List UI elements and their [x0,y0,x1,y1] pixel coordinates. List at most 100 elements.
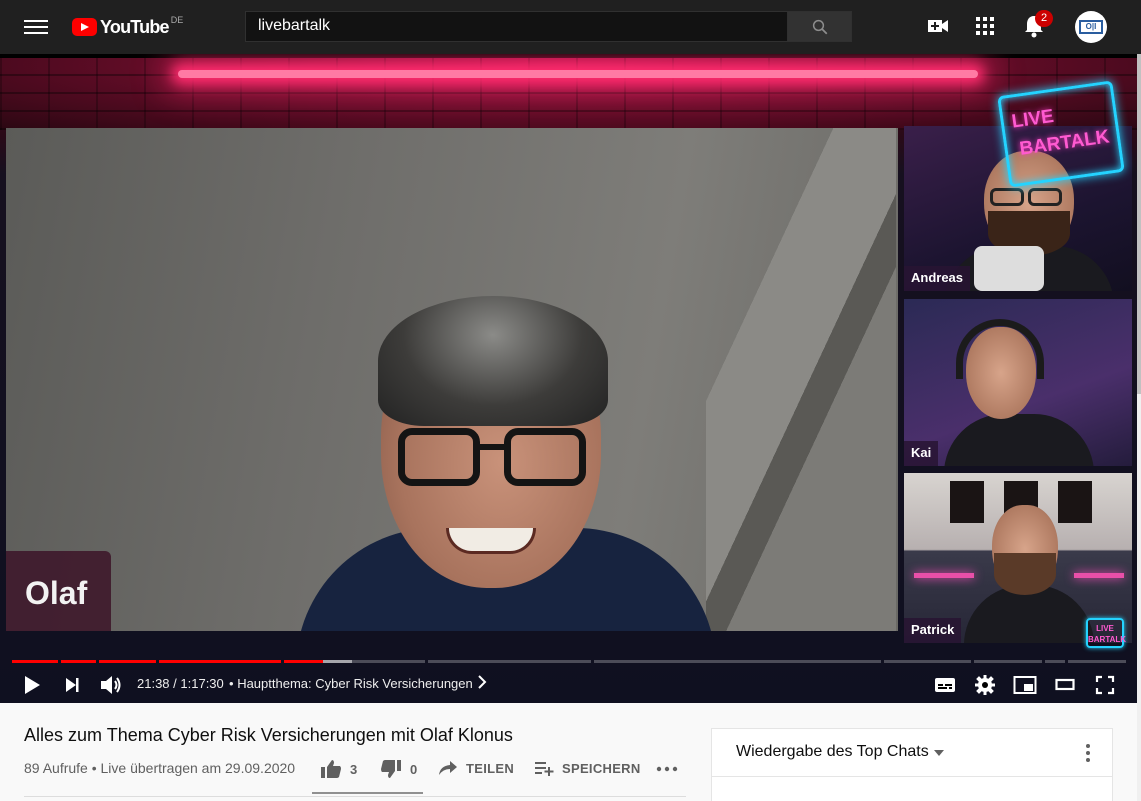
avatar-logo: O|I [1079,20,1103,34]
skip-next-icon [66,678,79,692]
volume-icon [101,676,121,694]
create-video-button[interactable] [926,14,950,43]
thumbs-down-icon [381,760,401,778]
thumbs-up-icon [321,760,341,778]
current-time: 21:38 [137,676,170,691]
search-icon [812,19,827,34]
page-scrollbar[interactable] [1137,54,1141,801]
theater-mode-button[interactable] [1052,672,1078,698]
scrollbar-thumb[interactable] [1137,54,1141,394]
masthead: YouTube DE livebartalk 2 O|I [0,0,1141,54]
hamburger-menu-icon[interactable] [24,17,48,37]
chapter-segment[interactable] [884,660,971,663]
dislike-count: 0 [410,761,418,777]
mini-sign-line-2: BARTALK [1088,635,1127,644]
youtube-play-logo-icon [72,18,97,36]
miniplayer-icon [1013,676,1037,694]
live-bartalk-neon-sign: LIVE BARTALK [997,80,1125,188]
logo-text: YouTube [100,16,170,37]
speaker-glasses [398,428,588,490]
share-arrow-icon [439,761,457,775]
subtitles-button[interactable] [932,672,958,698]
progress-bar[interactable] [12,660,1126,663]
chevron-right-icon[interactable] [476,674,488,695]
more-horizontal-icon [656,766,678,772]
chapter-segment[interactable] [99,660,156,663]
video-info-section: Alles zum Thema Cyber Risk Versicherunge… [0,703,1141,801]
playlist-add-icon [535,762,554,776]
chapter-segment[interactable] [974,660,1042,663]
fullscreen-button[interactable] [1092,672,1118,698]
player-controls: 21:38 / 1:17:30 • Hauptthema: Cyber Risk… [0,666,1141,703]
sign-line-1: LIVE [1010,105,1056,133]
save-label: SPEICHERN [562,760,641,776]
chapter-title: Hauptthema: Cyber Risk Versicherungen [237,676,473,691]
sentiment-bar [312,792,423,794]
chat-mode-selector[interactable]: Wiedergabe des Top Chats [736,743,929,761]
participant-face [966,327,1036,419]
live-bartalk-mini-logo: LIVE BARTALK [1086,618,1127,648]
time-separator: / [169,676,181,691]
youtube-logo[interactable]: YouTube DE [72,15,183,39]
microphone [974,246,1044,291]
search-input[interactable]: livebartalk [245,11,788,42]
apps-button[interactable] [975,14,995,41]
dislike-button[interactable]: 0 [380,759,418,779]
chapter-title-button[interactable]: • Hauptthema: Cyber Risk Versicherungen [229,676,473,691]
chapter-segment[interactable] [61,660,96,663]
time-display: 21:38 / 1:17:30 [137,676,224,691]
like-button[interactable]: 3 [320,759,358,779]
chapter-segment[interactable] [12,660,58,663]
chapter-segment[interactable] [1068,660,1126,663]
chapter-bullet: • [229,676,234,691]
participant-glasses-right [1028,188,1062,206]
wall-poster [950,481,984,523]
video-frame: Olaf Andreas Kai Patrick LIVE BARTALK LI… [0,58,1137,703]
settings-button[interactable] [972,672,998,698]
play-button[interactable] [19,672,45,698]
video-title: Alles zum Thema Cyber Risk Versicherunge… [24,725,513,745]
participant-beard [994,553,1056,595]
mini-sign-line-1: LIVE [1096,624,1114,633]
volume-button[interactable] [98,672,124,698]
chapter-segment[interactable] [284,660,425,663]
video-camera-plus-icon [928,20,948,32]
youtube-watch-page: YouTube DE livebartalk 2 O|I Olaf Andrea… [0,0,1141,801]
more-actions-button[interactable] [656,766,678,772]
chapter-segment[interactable] [428,660,591,663]
speaker-smile [446,528,536,554]
main-participant-name-tag: Olaf [6,551,111,631]
chapter-segment[interactable] [1045,660,1065,663]
search-button[interactable] [787,11,852,42]
video-player[interactable]: Olaf Andreas Kai Patrick LIVE BARTALK LI… [0,54,1141,703]
like-count: 3 [350,761,358,777]
next-button[interactable] [59,672,85,698]
share-button[interactable]: TEILEN [438,759,514,777]
main-camera-feed [6,128,898,631]
play-icon [25,676,40,694]
participant-name-kai: Kai [904,441,939,466]
miniplayer-button[interactable] [1012,672,1038,698]
total-time: 1:17:30 [180,676,224,691]
save-button[interactable]: SPEICHERN [534,759,641,777]
wall-shadow [706,128,896,631]
speaker-hair [378,296,608,426]
neon-shelf [1074,573,1124,578]
participant-body [944,414,1094,466]
neon-light-bar [178,70,978,78]
chapter-segment[interactable] [594,660,881,663]
theater-mode-icon [1055,678,1075,691]
account-avatar[interactable]: O|I [1075,11,1107,43]
chat-more-options-icon[interactable] [1076,741,1100,765]
camera-feed-kai: Kai [904,299,1132,466]
chapter-segment[interactable] [159,660,281,663]
sign-line-2: BARTALK [1018,126,1111,160]
chat-header: Wiedergabe des Top Chats [712,729,1112,777]
dropdown-caret-icon[interactable] [934,750,944,756]
apps-grid-icon [976,17,994,35]
participant-name-patrick: Patrick [904,618,962,643]
share-label: TEILEN [466,760,515,776]
live-chat-replay-panel: Wiedergabe des Top Chats [711,728,1113,801]
subtitles-icon [935,678,955,692]
video-meta: 89 Aufrufe • Live übertragen am 29.09.20… [24,760,296,776]
